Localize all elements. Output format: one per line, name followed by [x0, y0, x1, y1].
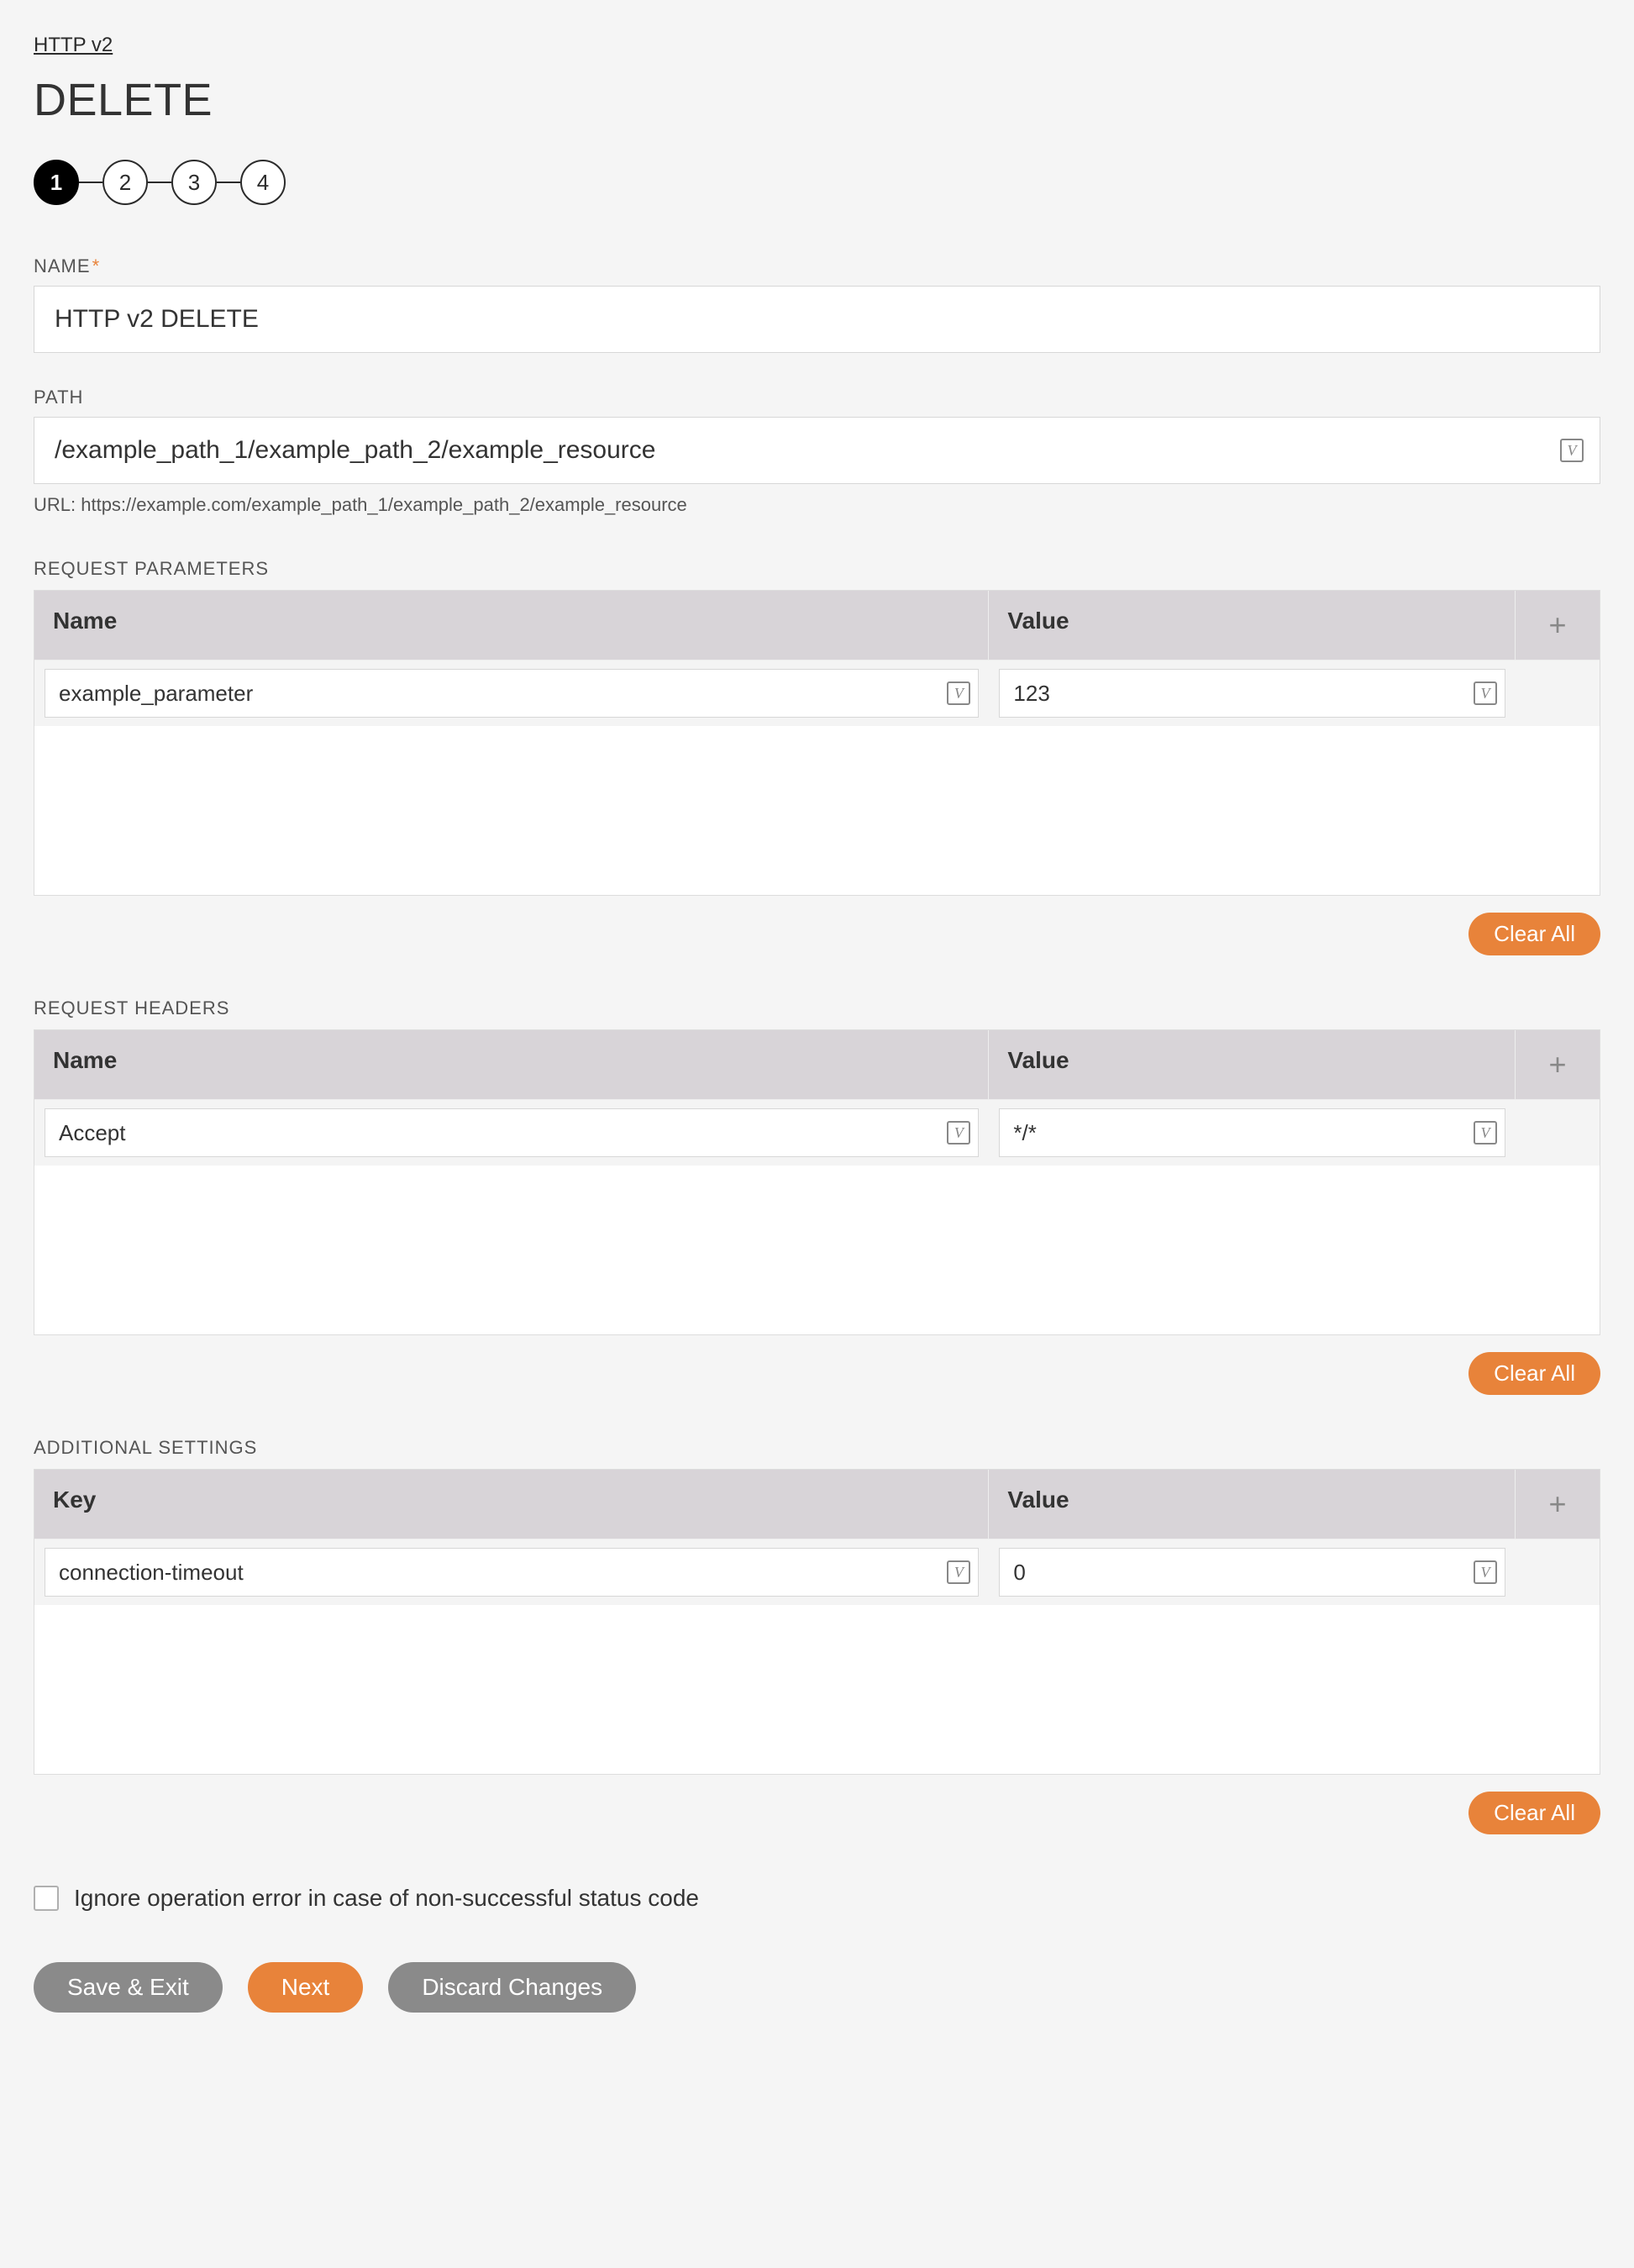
step-connector — [148, 182, 171, 183]
url-hint: URL: https://example.com/example_path_1/… — [34, 494, 1600, 516]
discard-changes-button[interactable]: Discard Changes — [388, 1962, 636, 2013]
clear-all-button[interactable]: Clear All — [1468, 913, 1600, 955]
setting-value-input[interactable] — [999, 1548, 1505, 1597]
add-row-button[interactable]: + — [1516, 1470, 1600, 1539]
param-value-input[interactable] — [999, 669, 1505, 718]
stepper: 1 2 3 4 — [34, 160, 1600, 205]
request-headers-label: REQUEST HEADERS — [34, 997, 1600, 1019]
name-label: NAME* — [34, 255, 1600, 277]
column-header-name: Name — [34, 591, 989, 660]
additional-settings-label: ADDITIONAL SETTINGS — [34, 1437, 1600, 1459]
grid-empty-space — [34, 1166, 1600, 1317]
variable-icon[interactable]: V — [947, 1560, 970, 1584]
next-button[interactable]: Next — [248, 1962, 364, 2013]
add-row-button[interactable]: + — [1516, 591, 1600, 660]
table-row: V V — [34, 1099, 1600, 1166]
column-header-key: Key — [34, 1470, 989, 1539]
step-2[interactable]: 2 — [102, 160, 148, 205]
variable-icon[interactable]: V — [1560, 439, 1584, 462]
variable-icon[interactable]: V — [1474, 1121, 1497, 1145]
column-header-name: Name — [34, 1030, 989, 1099]
save-exit-button[interactable]: Save & Exit — [34, 1962, 223, 2013]
breadcrumb: HTTP v2 — [34, 34, 1600, 57]
column-header-value: Value — [989, 1030, 1516, 1099]
path-label: PATH — [34, 387, 1600, 408]
grid-empty-space — [34, 1605, 1600, 1756]
clear-all-button[interactable]: Clear All — [1468, 1352, 1600, 1395]
variable-icon[interactable]: V — [1474, 681, 1497, 705]
step-connector — [217, 182, 240, 183]
table-row: V V — [34, 660, 1600, 726]
header-name-input[interactable] — [45, 1108, 979, 1157]
column-header-value: Value — [989, 1470, 1516, 1539]
column-header-value: Value — [989, 591, 1516, 660]
step-3[interactable]: 3 — [171, 160, 217, 205]
ignore-error-checkbox[interactable] — [34, 1886, 59, 1911]
step-4[interactable]: 4 — [240, 160, 286, 205]
path-input[interactable] — [34, 417, 1600, 484]
add-row-button[interactable]: + — [1516, 1030, 1600, 1099]
header-value-input[interactable] — [999, 1108, 1505, 1157]
request-headers-grid: Name Value + V V — [34, 1029, 1600, 1335]
ignore-error-label: Ignore operation error in case of non-su… — [74, 1885, 699, 1912]
additional-settings-grid: Key Value + V V — [34, 1469, 1600, 1775]
name-input[interactable] — [34, 286, 1600, 353]
breadcrumb-link[interactable]: HTTP v2 — [34, 34, 113, 56]
setting-key-input[interactable] — [45, 1548, 979, 1597]
clear-all-button[interactable]: Clear All — [1468, 1792, 1600, 1834]
request-parameters-label: REQUEST PARAMETERS — [34, 558, 1600, 580]
variable-icon[interactable]: V — [1474, 1560, 1497, 1584]
request-parameters-grid: Name Value + V V — [34, 590, 1600, 896]
param-name-input[interactable] — [45, 669, 979, 718]
table-row: V V — [34, 1539, 1600, 1605]
step-1[interactable]: 1 — [34, 160, 79, 205]
variable-icon[interactable]: V — [947, 681, 970, 705]
step-connector — [79, 182, 102, 183]
page-title: DELETE — [34, 74, 1600, 126]
grid-empty-space — [34, 726, 1600, 877]
variable-icon[interactable]: V — [947, 1121, 970, 1145]
